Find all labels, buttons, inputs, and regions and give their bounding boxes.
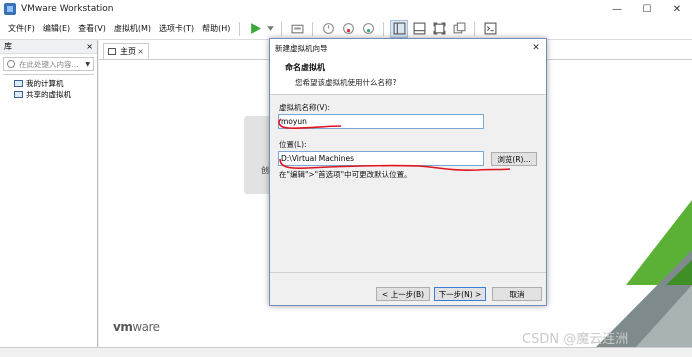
csdn-watermark: CSDN @魔云连洲 — [522, 332, 629, 347]
cancel-button[interactable]: 取消 — [492, 287, 542, 301]
toolbar-separator — [383, 21, 385, 36]
menu-tabs[interactable]: 选项卡(T) — [155, 23, 198, 34]
location-input[interactable]: D:\Virtual Machines — [278, 151, 484, 166]
library-header: 库 × — [0, 40, 97, 54]
menu-view[interactable]: 查看(V) — [74, 23, 110, 34]
tab-close-button[interactable]: × — [137, 47, 144, 56]
console-icon[interactable] — [481, 20, 499, 38]
search-placeholder: 在此处键入内容... — [19, 59, 79, 69]
library-tree: 我的计算机 共享的虚拟机 — [3, 74, 94, 100]
title-bar: VMware Workstation — ☐ ✕ — [0, 0, 692, 18]
location-hint: 在"编辑">"首选项"中可更改默认位置。 — [279, 170, 412, 179]
new-vm-wizard-dialog: 新建虚拟机向导 ✕ 命名虚拟机 您希望该虚拟机使用什么名称? 虚拟机名称(V):… — [269, 38, 547, 306]
menu-bar: 文件(F) 编辑(E) 查看(V) 虚拟机(M) 选项卡(T) 帮助(H) — [0, 18, 692, 40]
window-title: VMware Workstation — [21, 4, 114, 14]
unity-icon[interactable] — [450, 20, 468, 38]
tab-label: 主页 — [120, 47, 136, 56]
dialog-title: 新建虚拟机向导 — [275, 43, 328, 53]
brand-suffix: ware — [132, 320, 160, 334]
toolbar-separator — [281, 21, 283, 36]
home-icon — [108, 48, 116, 55]
vmware-logo-icon — [4, 3, 16, 15]
menu-vm[interactable]: 虚拟机(M) — [110, 23, 155, 34]
revert-snapshot-icon[interactable] — [339, 20, 357, 38]
library-close-button[interactable]: × — [86, 42, 93, 51]
snapshot-manager-icon[interactable] — [359, 20, 377, 38]
menu-file[interactable]: 文件(F) — [4, 23, 39, 34]
dialog-close-button[interactable]: ✕ — [526, 43, 546, 53]
search-icon — [7, 60, 15, 68]
dialog-body: 虚拟机名称(V): moyun 位置(L): D:\Virtual Machin… — [270, 95, 546, 271]
menu-help[interactable]: 帮助(H) — [198, 23, 234, 34]
shared-vm-icon — [14, 91, 23, 98]
tab-home[interactable]: 主页 × — [103, 43, 149, 59]
library-view-icon[interactable] — [390, 19, 409, 38]
vm-name-input[interactable]: moyun — [278, 114, 484, 129]
send-keys-icon[interactable] — [288, 20, 306, 38]
back-button[interactable]: < 上一步(B) — [376, 287, 430, 301]
tree-item-shared-vms[interactable]: 共享的虚拟机 — [3, 89, 94, 100]
create-vm-card-label: 创 — [261, 166, 269, 175]
chevron-down-icon[interactable]: ▼ — [85, 61, 90, 68]
library-title: 库 — [4, 42, 12, 51]
toolbar-separator — [239, 21, 241, 36]
decorative-green-triangles — [596, 200, 692, 347]
vmware-brand-logo: vmware — [113, 320, 160, 334]
toolbar-separator — [474, 21, 476, 36]
dialog-title-bar: 新建虚拟机向导 ✕ — [270, 39, 546, 57]
status-bar — [0, 347, 692, 357]
dialog-header: 命名虚拟机 您希望该虚拟机使用什么名称? — [270, 57, 546, 95]
snapshot-icon[interactable] — [319, 20, 337, 38]
computer-icon — [14, 80, 23, 87]
vm-name-label: 虚拟机名称(V): — [279, 103, 331, 112]
minimize-button[interactable]: — — [602, 0, 632, 18]
menu-edit[interactable]: 编辑(E) — [39, 23, 74, 34]
next-button[interactable]: 下一步(N) > — [434, 287, 486, 301]
tree-item-label: 我的计算机 — [26, 79, 64, 88]
dialog-footer: < 上一步(B) 下一步(N) > 取消 — [270, 272, 546, 305]
dialog-subheading: 您希望该虚拟机使用什么名称? — [295, 78, 397, 87]
brand-prefix: vm — [113, 320, 133, 334]
library-search-input[interactable]: 在此处键入内容... ▼ — [3, 57, 94, 71]
location-label: 位置(L): — [279, 140, 307, 149]
tree-item-my-computer[interactable]: 我的计算机 — [3, 78, 94, 89]
window-controls: — ☐ ✕ — [602, 0, 692, 18]
close-window-button[interactable]: ✕ — [662, 0, 692, 18]
fullscreen-icon[interactable] — [430, 20, 448, 38]
maximize-button[interactable]: ☐ — [632, 0, 662, 18]
browse-button[interactable]: 浏览(R)... — [491, 152, 537, 166]
library-panel: 库 × 在此处键入内容... ▼ 我的计算机 共享的虚拟机 — [0, 40, 98, 347]
dropdown-icon[interactable] — [266, 20, 275, 38]
toolbar-separator — [312, 21, 314, 36]
play-icon[interactable] — [246, 20, 264, 38]
thumbnail-bar-icon[interactable] — [410, 20, 428, 38]
dialog-heading: 命名虚拟机 — [285, 63, 325, 72]
tree-item-label: 共享的虚拟机 — [26, 90, 71, 99]
